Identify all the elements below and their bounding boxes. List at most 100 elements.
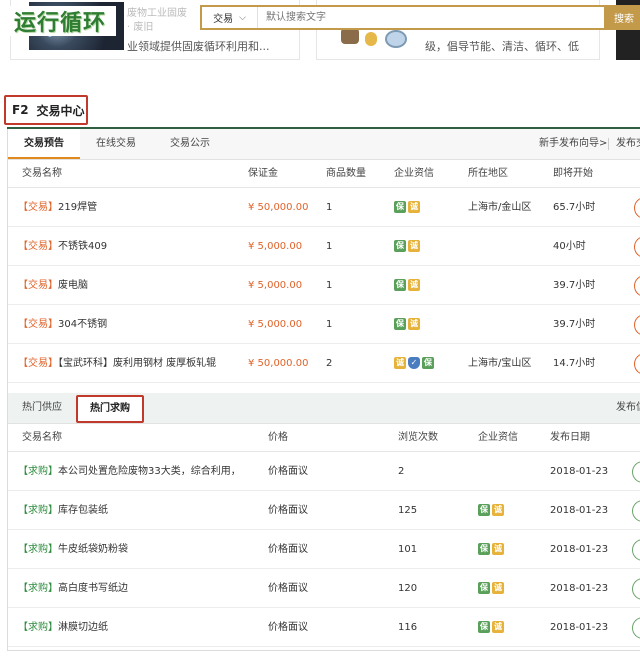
new-user-guide-link[interactable]: 新手发布向导> [539, 129, 607, 159]
publish-info-link[interactable]: 发布信 [616, 393, 640, 423]
hot-table-header: 交易名称 价格 浏览次数 企业资信 发布日期 [8, 424, 640, 452]
date-value: 2018-01-23 [550, 466, 609, 477]
col-trade-name: 交易名称 [22, 168, 62, 179]
credit-badges: 保诚 [394, 318, 420, 330]
col-date: 发布日期 [550, 432, 590, 443]
section-code: F2 [12, 103, 29, 117]
row-action-button[interactable] [632, 578, 640, 600]
purchase-row[interactable]: 【求购】本公司处置危险废物33大类，综合利用， 价格面议 2 2018-01-23 [8, 452, 640, 491]
row-action-button[interactable] [634, 197, 640, 219]
promo-card-2-text: 级，倡导节能、清洁、循环、低 [425, 40, 579, 53]
top-banner: 废物工业固废 · 废旧 业领域提供固废循环利用和... 级，倡导节能、清洁、循环… [0, 0, 640, 62]
trade-name-cell[interactable]: 【交易】304不锈钢 [18, 305, 243, 344]
date-value: 2018-01-23 [550, 544, 609, 555]
section-title-text: 交易中心 [36, 103, 85, 118]
credit-badges: 保诚 [478, 582, 504, 594]
purchase-row[interactable]: 【求购】库存包装纸 价格面议 125 保诚 2018-01-23 [8, 491, 640, 530]
panel-bottom-border [8, 650, 640, 651]
trade-name-cell[interactable]: 【交易】废电脑 [18, 266, 243, 305]
trade-name-cell[interactable]: 【交易】219焊管 [18, 188, 243, 227]
promo-card-1-text: 业领域提供固废循环利用和... [127, 40, 270, 53]
trade-tag: 【交易】 [18, 280, 58, 291]
quantity-value: 2 [326, 358, 333, 369]
trade-name: 【宝武环科】废利用钢材 废厚板轧辊 [58, 358, 217, 369]
views-value: 125 [398, 505, 418, 516]
publish-trade-link[interactable]: 发布交 [616, 129, 640, 159]
credit-badges: 保诚 [478, 543, 504, 555]
chevron-down-icon: ⌵ [239, 12, 246, 23]
price-value: 价格面议 [268, 505, 308, 516]
credit-badges: 保诚 [394, 279, 420, 291]
guarantee-badge-icon: 保 [478, 504, 490, 516]
purchase-row[interactable]: 【求购】牛皮纸袋奶粉袋 价格面议 101 保诚 2018-01-23 [8, 530, 640, 569]
purchase-name-cell[interactable]: 【求购】淋膜切边纸 [18, 608, 258, 647]
trade-row[interactable]: 【交易】304不锈钢 ¥ 5,000.00 1 保诚 39.7小时 [8, 305, 640, 344]
integrity-badge-icon: 诚 [492, 543, 504, 555]
purchase-name: 高白度书写纸边 [58, 583, 128, 594]
price-value: 价格面议 [268, 466, 308, 477]
logo-text: 运行循环 [13, 10, 106, 36]
trade-row[interactable]: 【交易】废电脑 ¥ 5,000.00 1 保诚 39.7小时 [8, 266, 640, 305]
row-action-button[interactable] [632, 461, 640, 483]
guarantee-badge-icon: 保 [478, 543, 490, 555]
col-hot-credit: 企业资信 [478, 432, 518, 443]
date-value: 2018-01-23 [550, 622, 609, 633]
search-input[interactable] [258, 7, 604, 28]
trade-center-panel: 交易预告 在线交易 交易公示 新手发布向导> 发布交 交易名称 保证金 商品数量… [7, 129, 640, 651]
purchase-tag: 【求购】 [18, 505, 58, 516]
purchase-name-cell[interactable]: 【求购】牛皮纸袋奶粉袋 [18, 530, 258, 569]
start-time-value: 39.7小时 [553, 319, 596, 330]
tab-hot-supply[interactable]: 热门供应 [10, 393, 74, 423]
trade-name: 不锈铁409 [58, 241, 108, 252]
trade-row[interactable]: 【交易】【宝武环科】废利用钢材 废厚板轧辊 ¥ 50,000.00 2 诚 ✓ 保 上海市/… [8, 344, 640, 383]
row-action-button[interactable] [634, 275, 640, 297]
row-action-button[interactable] [634, 236, 640, 258]
views-value: 2 [398, 466, 405, 477]
purchase-tag: 【求购】 [18, 466, 58, 477]
row-action-button[interactable] [632, 539, 640, 561]
purchase-name-cell[interactable]: 【求购】本公司处置危险废物33大类，综合利用， [18, 452, 258, 491]
trade-row[interactable]: 【交易】不锈铁409 ¥ 5,000.00 1 保诚 40小时 [8, 227, 640, 266]
guarantee-badge-icon: 保 [394, 201, 406, 213]
promo-card-1-faint-text-2: · 废旧 [127, 22, 154, 33]
date-value: 2018-01-23 [550, 583, 609, 594]
quantity-value: 1 [326, 202, 333, 213]
tab-hot-purchase[interactable]: 热门求购 [76, 395, 144, 423]
trade-tag: 【交易】 [18, 358, 58, 369]
search-button[interactable]: 搜索 [604, 5, 640, 30]
purchase-name-cell[interactable]: 【求购】高白度书写纸边 [18, 569, 258, 608]
purchase-name-cell[interactable]: 【求购】库存包装纸 [18, 491, 258, 530]
tab-online-trade[interactable]: 在线交易 [84, 129, 148, 159]
purchase-row[interactable]: 【求购】高白度书写纸边 价格面议 120 保诚 2018-01-23 [8, 569, 640, 608]
row-action-button[interactable] [632, 617, 640, 639]
row-action-button[interactable] [634, 314, 640, 336]
col-hot-name: 交易名称 [22, 432, 62, 443]
region-value: 上海市/金山区 [468, 202, 532, 213]
price-value: 价格面议 [268, 622, 308, 633]
promo-card-1-faint-text-1: 废物工业固废 [127, 8, 187, 19]
start-time-value: 39.7小时 [553, 280, 596, 291]
region-value: 上海市/宝山区 [468, 358, 532, 369]
shield-badge-icon: ✓ [408, 357, 420, 369]
start-time-value: 40小时 [553, 241, 586, 252]
tab-trade-preview[interactable]: 交易预告 [8, 129, 80, 159]
trade-tag: 【交易】 [18, 241, 58, 252]
trade-name-cell[interactable]: 【交易】【宝武环科】废利用钢材 废厚板轧辊 [18, 344, 243, 383]
site-logo[interactable]: 运行循环 [4, 6, 116, 36]
search-category-select[interactable]: 交易 ⌵ [202, 7, 258, 28]
row-action-button[interactable] [632, 500, 640, 522]
guarantee-badge-icon: 保 [394, 279, 406, 291]
integrity-badge-icon: 诚 [408, 201, 420, 213]
integrity-badge-icon: 诚 [408, 318, 420, 330]
integrity-badge-icon: 诚 [408, 279, 420, 291]
tab-trade-notice[interactable]: 交易公示 [156, 129, 224, 159]
purchase-row[interactable]: 【求购】淋膜切边纸 价格面议 116 保诚 2018-01-23 [8, 608, 640, 647]
purchase-name: 牛皮纸袋奶粉袋 [58, 544, 128, 555]
views-value: 116 [398, 622, 418, 633]
trade-name-cell[interactable]: 【交易】不锈铁409 [18, 227, 243, 266]
row-action-button[interactable] [634, 353, 640, 375]
trade-row[interactable]: 【交易】219焊管 ¥ 50,000.00 1 保诚 上海市/金山区 65.7小时 [8, 188, 640, 227]
credit-badges: 诚 ✓ 保 [394, 357, 434, 369]
search-category-label: 交易 [213, 14, 234, 25]
deposit-value: ¥ 5,000.00 [248, 241, 303, 252]
